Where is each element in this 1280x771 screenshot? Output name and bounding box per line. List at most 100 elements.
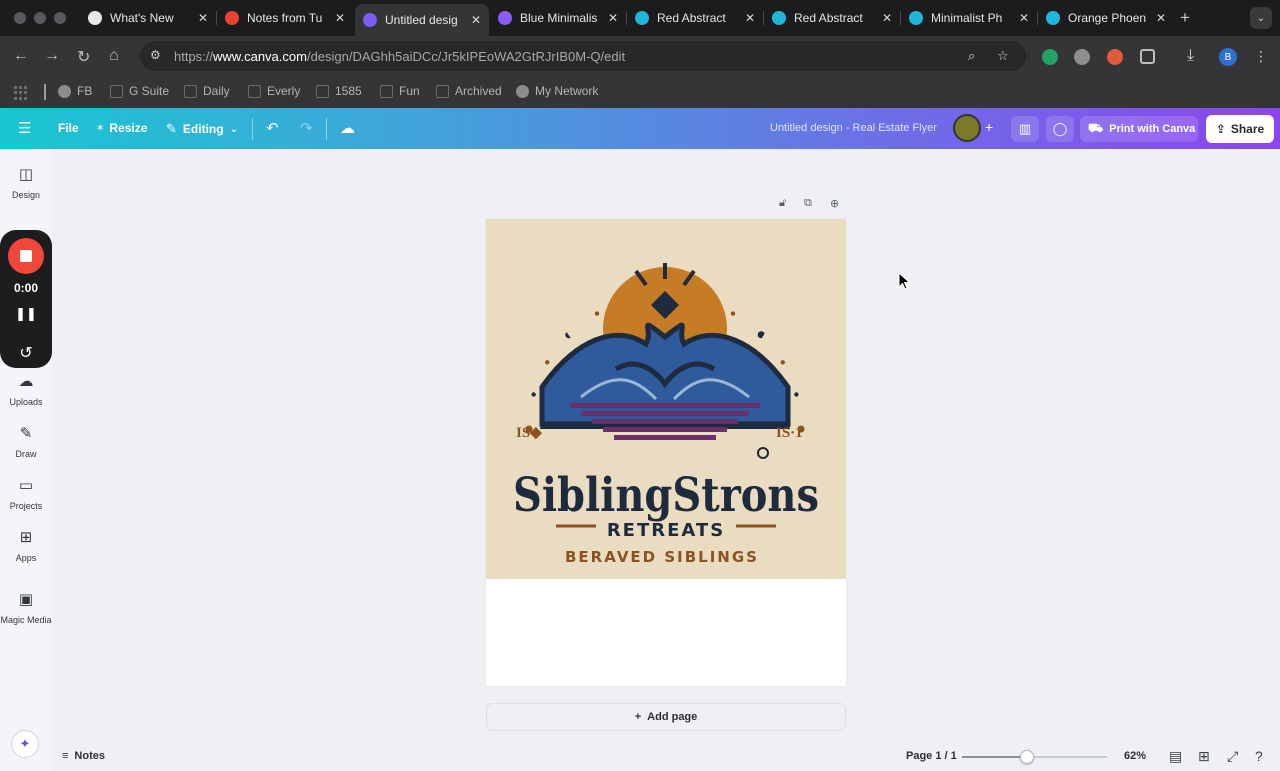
bookmark-item[interactable]: G Suite (110, 84, 169, 98)
bookmark-item[interactable]: My Network (516, 84, 598, 98)
close-window-button[interactable] (14, 12, 26, 24)
bookmark-item[interactable]: Daily (184, 84, 230, 98)
zoom-level[interactable]: 62% (1124, 750, 1146, 762)
bookmark-item[interactable]: Archived (436, 84, 502, 98)
extension-ball-icon[interactable] (1107, 49, 1123, 65)
canva-editor-header: ☰ File ✶ Resize ✎ Editing ⌄ ↶ ↷ ☁ Untitled … (0, 108, 1280, 149)
profile-avatar[interactable]: B (1219, 48, 1237, 66)
comment-icon[interactable]: ◯ (1046, 116, 1074, 142)
page-indicator[interactable]: Page 1 / 1 (906, 750, 957, 762)
bookmark-item[interactable]: Fun (380, 84, 420, 98)
download-icon[interactable]: ⤓ (1187, 47, 1194, 65)
new-tab-button[interactable]: + (1180, 8, 1190, 28)
print-with-canva-button[interactable]: ⛟ Print with Canva (1080, 116, 1198, 142)
collaborator-avatar[interactable] (953, 114, 981, 142)
page-view-icon[interactable]: ▤ (1169, 748, 1182, 765)
minimize-window-button[interactable] (34, 12, 46, 24)
canva-icon (635, 11, 649, 25)
close-tab-icon[interactable]: ✕ (335, 11, 345, 25)
stop-recording-button[interactable] (8, 238, 44, 274)
canva-doc-icon (363, 13, 377, 27)
apps-grid-icon[interactable] (14, 86, 28, 100)
plus-icon: + (634, 711, 642, 723)
insights-chart-icon[interactable]: ▥ (1011, 116, 1039, 142)
zoom-slider[interactable] (962, 750, 1107, 764)
close-tab-icon[interactable]: ✕ (471, 13, 481, 27)
folder-icon (316, 84, 329, 98)
zoom-magnifier-icon[interactable]: ⌕ (968, 48, 975, 64)
folder-icon (380, 84, 393, 98)
fullscreen-icon[interactable]: ⤢ (1227, 748, 1238, 765)
browser-tab[interactable]: Red Abstract ✕ (627, 4, 763, 32)
browser-tab[interactable]: Untitled desig ✕ (355, 4, 489, 36)
tab-title: Blue Minimalis (520, 11, 598, 25)
notes-button[interactable]: ≡ Notes (62, 750, 105, 762)
bookmark-item[interactable]: Everly (248, 84, 300, 98)
extension-s-icon[interactable] (1074, 49, 1090, 65)
close-tab-icon[interactable]: ✕ (882, 11, 892, 25)
bookmark-item[interactable]: 1585 (316, 84, 362, 98)
back-arrow-icon[interactable]: ← (13, 47, 29, 65)
resize-button[interactable]: ✶ Resize (96, 121, 147, 135)
logo-subtitle: RETREATS (607, 520, 725, 541)
bookmark-label: Archived (455, 84, 502, 98)
extensions-puzzle-icon[interactable] (1140, 49, 1155, 64)
magic-media-icon: ▣ (18, 591, 34, 608)
file-menu-button[interactable]: File (58, 121, 79, 135)
sidebar-item-draw[interactable]: ✎ Draw (0, 425, 52, 459)
zoom-window-button[interactable] (54, 12, 66, 24)
magic-assistant-icon[interactable]: ✦ (11, 730, 39, 758)
editing-mode-dropdown[interactable]: ✎ Editing ⌄ (166, 121, 238, 137)
browser-tab[interactable]: Minimalist Ph ✕ (901, 4, 1037, 32)
cloud-save-icon[interactable]: ☁ (340, 119, 355, 137)
close-tab-icon[interactable]: ✕ (745, 11, 755, 25)
browser-tab[interactable]: What's New ✕ (80, 4, 216, 32)
sidebar-item-design[interactable]: ◫ Design (0, 166, 52, 200)
close-tab-icon[interactable]: ✕ (1156, 11, 1166, 25)
browser-tab[interactable]: Red Abstract ✕ (764, 4, 900, 32)
browser-tab[interactable]: Orange Phoen ✕ (1038, 4, 1174, 32)
browser-tab[interactable]: Notes from Tu ✕ (217, 4, 353, 32)
help-icon[interactable]: ? (1255, 748, 1263, 764)
add-page-icon[interactable]: ⊕ (830, 197, 839, 210)
sidebar-item-magic-media[interactable]: ▣ Magic Media (0, 591, 52, 625)
add-page-button[interactable]: + Add page (486, 703, 846, 731)
bookmark-star-icon[interactable]: ☆ (997, 48, 1009, 64)
invite-plus-icon[interactable]: + (985, 119, 993, 135)
forward-arrow-icon[interactable]: → (44, 47, 60, 65)
zoom-slider-fill (962, 756, 1028, 758)
site-settings-icon[interactable]: ⚙ (150, 48, 161, 62)
pause-icon[interactable]: ❚❚ (0, 306, 52, 322)
undo-icon[interactable]: ↶ (266, 119, 279, 137)
grid-view-icon[interactable]: ⊞ (1198, 748, 1210, 765)
sidebar-item-uploads[interactable]: ☁ Uploads (0, 373, 52, 407)
tab-search-button[interactable]: ⌄ (1250, 7, 1272, 29)
hamburger-menu-icon[interactable]: ☰ (18, 119, 31, 137)
home-icon[interactable]: ⌂ (109, 47, 119, 65)
address-bar[interactable]: ⚙ https://www.canva.com/design/DAGhh5aiD… (140, 41, 1026, 71)
close-tab-icon[interactable]: ✕ (608, 11, 618, 25)
url-text[interactable]: https://www.canva.com/design/DAGhh5aiDCc… (174, 49, 625, 64)
design-page[interactable]: IS◆ IS·1 SiblingStrons RETREATS BERAVED … (486, 219, 846, 686)
tab-title: Red Abstract (794, 11, 863, 25)
bookmark-item[interactable]: FB (58, 84, 92, 98)
bookmark-label: G Suite (129, 84, 170, 98)
restart-icon[interactable]: ↺ (0, 343, 52, 363)
browser-menu-icon[interactable]: ⋮ (1254, 48, 1268, 65)
folder-icon (110, 84, 123, 98)
browser-tab-strip: What's New ✕ Notes from Tu ✕ Untitled desig ✕… (0, 0, 1280, 36)
chevron-down-icon: ⌄ (229, 123, 238, 135)
reload-icon[interactable]: ↻ (77, 47, 90, 67)
retreat-logo-image[interactable]: IS◆ IS·1 SiblingStrons RETREATS BERAVED … (486, 219, 846, 579)
sidebar-item-apps[interactable]: ⊞ Apps (0, 529, 52, 563)
close-tab-icon[interactable]: ✕ (198, 11, 208, 25)
redo-icon[interactable]: ↷ (300, 119, 313, 137)
close-tab-icon[interactable]: ✕ (1019, 11, 1029, 25)
lock-icon[interactable]: 🔓︎ (779, 197, 786, 210)
browser-tab[interactable]: Blue Minimalis ✕ (490, 4, 626, 32)
duplicate-page-icon[interactable]: ⧉ (804, 197, 812, 210)
share-button[interactable]: ⇪ Share (1206, 115, 1274, 143)
grammarly-extension-icon[interactable] (1042, 49, 1058, 65)
sidebar-item-projects[interactable]: ▭ Projects (0, 477, 52, 511)
document-title[interactable]: Untitled design - Real Estate Flyer (770, 122, 937, 134)
